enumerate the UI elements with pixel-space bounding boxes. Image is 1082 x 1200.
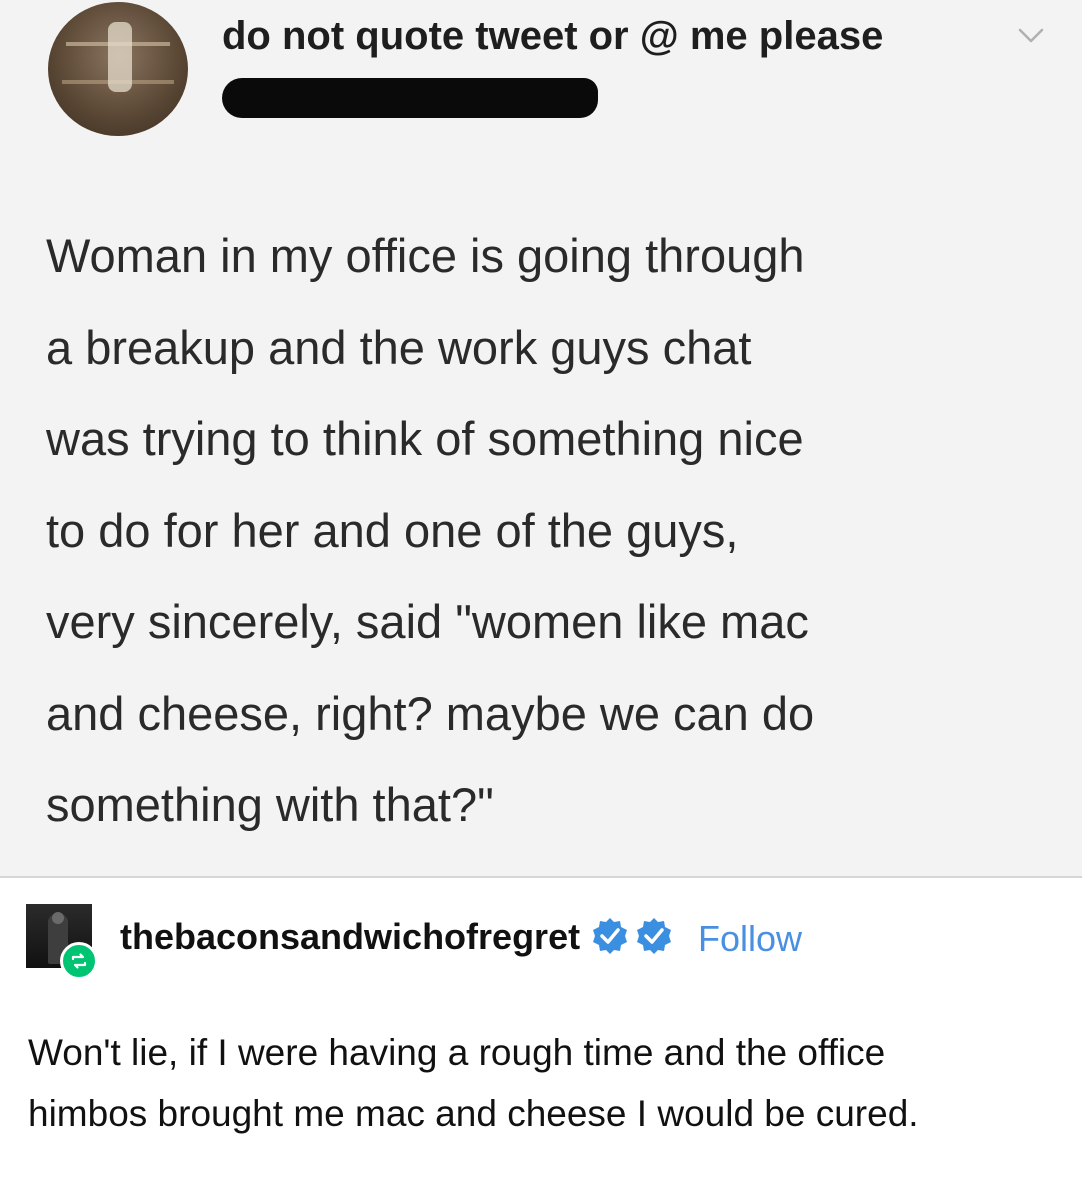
reblog-arrows [71, 953, 87, 969]
tweet-text-line: and cheese, right? maybe we can do [46, 686, 815, 740]
avatar-figure-head [52, 912, 64, 924]
reblog-text: Won't lie, if I were having a rough time… [28, 1022, 1068, 1144]
reblog-text-line: himbos brought me mac and cheese I would… [28, 1093, 919, 1134]
tweet-display-name[interactable]: do not quote tweet or @ me please [222, 14, 883, 59]
tweet-avatar[interactable] [48, 2, 188, 136]
redacted-handle [222, 78, 598, 118]
avatar-figure [108, 22, 132, 92]
chevron-down-icon[interactable] [1016, 24, 1046, 48]
tweet-text: Woman in my office is going through a br… [46, 210, 1046, 851]
verified-badge-icon [593, 918, 627, 954]
reblog-text-line: Won't lie, if I were having a rough time… [28, 1032, 886, 1073]
tweet-text-line: Woman in my office is going through [46, 229, 805, 282]
tweet-text-line: to do for her and one of the guys, [46, 503, 739, 557]
follow-button[interactable]: Follow [698, 918, 802, 960]
tweet-text-line: very sincerely, said "women like mac [46, 595, 809, 648]
tweet-text-line: was trying to think of something nice [46, 412, 804, 465]
tweet-text-line: something with that?" [46, 778, 494, 831]
embedded-tweet: do not quote tweet or @ me please Woman … [0, 0, 1082, 876]
tweet-text-line: a breakup and the work guys chat [46, 320, 752, 374]
reblog-icon [60, 942, 98, 980]
post-divider [0, 876, 1082, 878]
verified-badge-icon [637, 918, 671, 954]
reblog-username[interactable]: thebaconsandwichofregret [120, 916, 580, 958]
